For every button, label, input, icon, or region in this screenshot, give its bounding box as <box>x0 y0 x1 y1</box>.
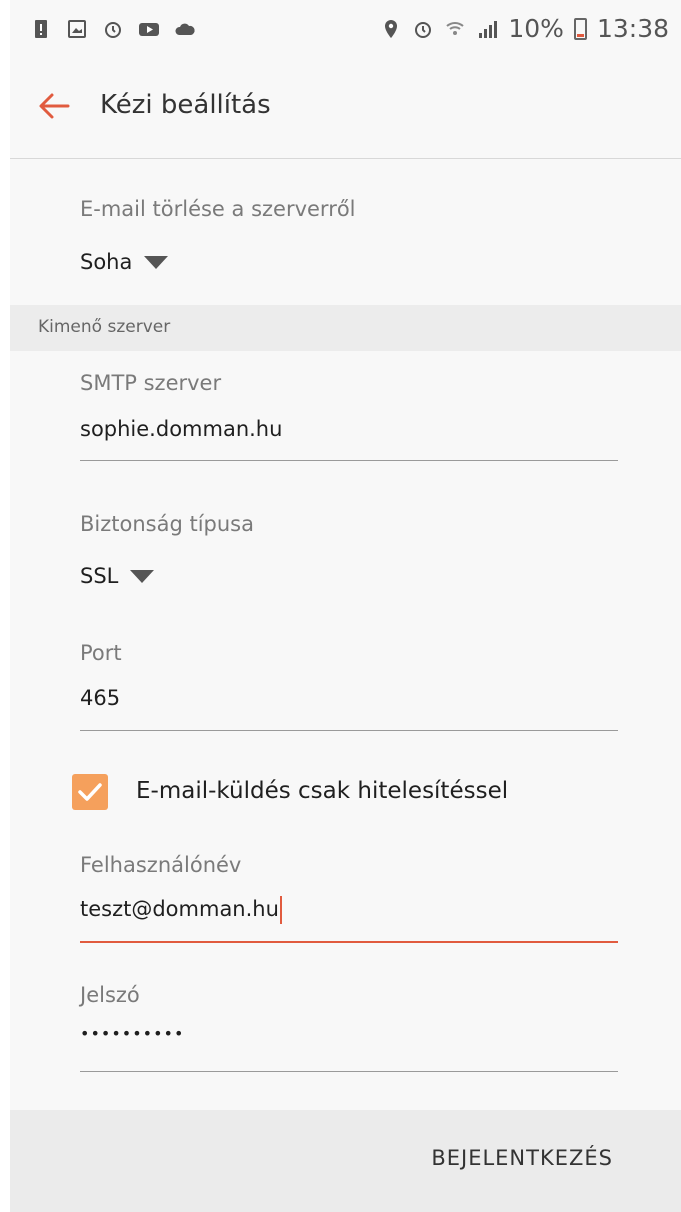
alarm-icon <box>415 21 432 38</box>
delete-from-server-value: Soha <box>80 250 133 274</box>
security-type-label: Biztonság típusa <box>80 512 254 536</box>
smtp-server-label: SMTP szerver <box>80 371 222 395</box>
auth-checkbox-label[interactable]: E-mail-küldés csak hitelesítéssel <box>136 778 508 804</box>
back-arrow-icon[interactable] <box>36 88 72 124</box>
alarm-icon <box>105 22 121 38</box>
cloud-icon <box>175 23 195 35</box>
smtp-server-underline <box>80 460 618 461</box>
gallery-icon <box>68 20 86 38</box>
alert-icon <box>35 20 47 38</box>
password-label: Jelszó <box>80 983 140 1007</box>
youtube-icon <box>139 23 159 36</box>
password-underline <box>80 1071 618 1072</box>
wifi-icon <box>446 21 465 35</box>
checkmark-icon <box>78 783 102 801</box>
security-type-value: SSL <box>80 564 119 588</box>
login-button[interactable]: BEJELENTKEZÉS <box>431 1146 613 1170</box>
bottom-bar: BEJELENTKEZÉS <box>10 1110 681 1212</box>
notification-icons <box>30 18 196 40</box>
dropdown-triangle-icon <box>144 255 169 269</box>
system-icons: 10% 13:38 <box>380 14 669 43</box>
delete-from-server-label: E-mail törlése a szerverről <box>80 197 356 221</box>
text-cursor <box>279 896 282 924</box>
battery-icon <box>573 17 587 40</box>
page-title: Kézi beállítás <box>100 90 271 120</box>
port-input[interactable]: 465 <box>80 686 120 710</box>
delete-from-server-dropdown[interactable]: Soha <box>80 250 169 274</box>
signal-icon <box>479 20 498 38</box>
smtp-server-input[interactable]: sophie.domman.hu <box>80 417 282 441</box>
username-label: Felhasználónév <box>80 853 242 877</box>
status-bar: 10% 13:38 <box>10 0 681 62</box>
clock: 13:38 <box>596 14 669 43</box>
location-icon <box>385 19 398 38</box>
username-underline <box>80 941 618 943</box>
battery-percent: 10% <box>508 14 564 43</box>
app-bar: Kézi beállítás <box>10 62 681 159</box>
port-label: Port <box>80 641 122 665</box>
section-header-outgoing: Kimenő szerver <box>10 305 681 351</box>
screen: 10% 13:38 Kézi beállítás E-mail törlése … <box>10 0 681 1212</box>
password-input[interactable]: •••••••••• <box>80 1024 184 1043</box>
username-input[interactable]: teszt@domman.hu <box>80 896 282 924</box>
dropdown-triangle-icon <box>130 569 155 583</box>
port-underline <box>80 730 618 731</box>
security-type-dropdown[interactable]: SSL <box>80 564 155 588</box>
auth-checkbox[interactable] <box>72 774 108 810</box>
section-header-label: Kimenő szerver <box>38 317 171 337</box>
username-value: teszt@domman.hu <box>80 897 279 921</box>
